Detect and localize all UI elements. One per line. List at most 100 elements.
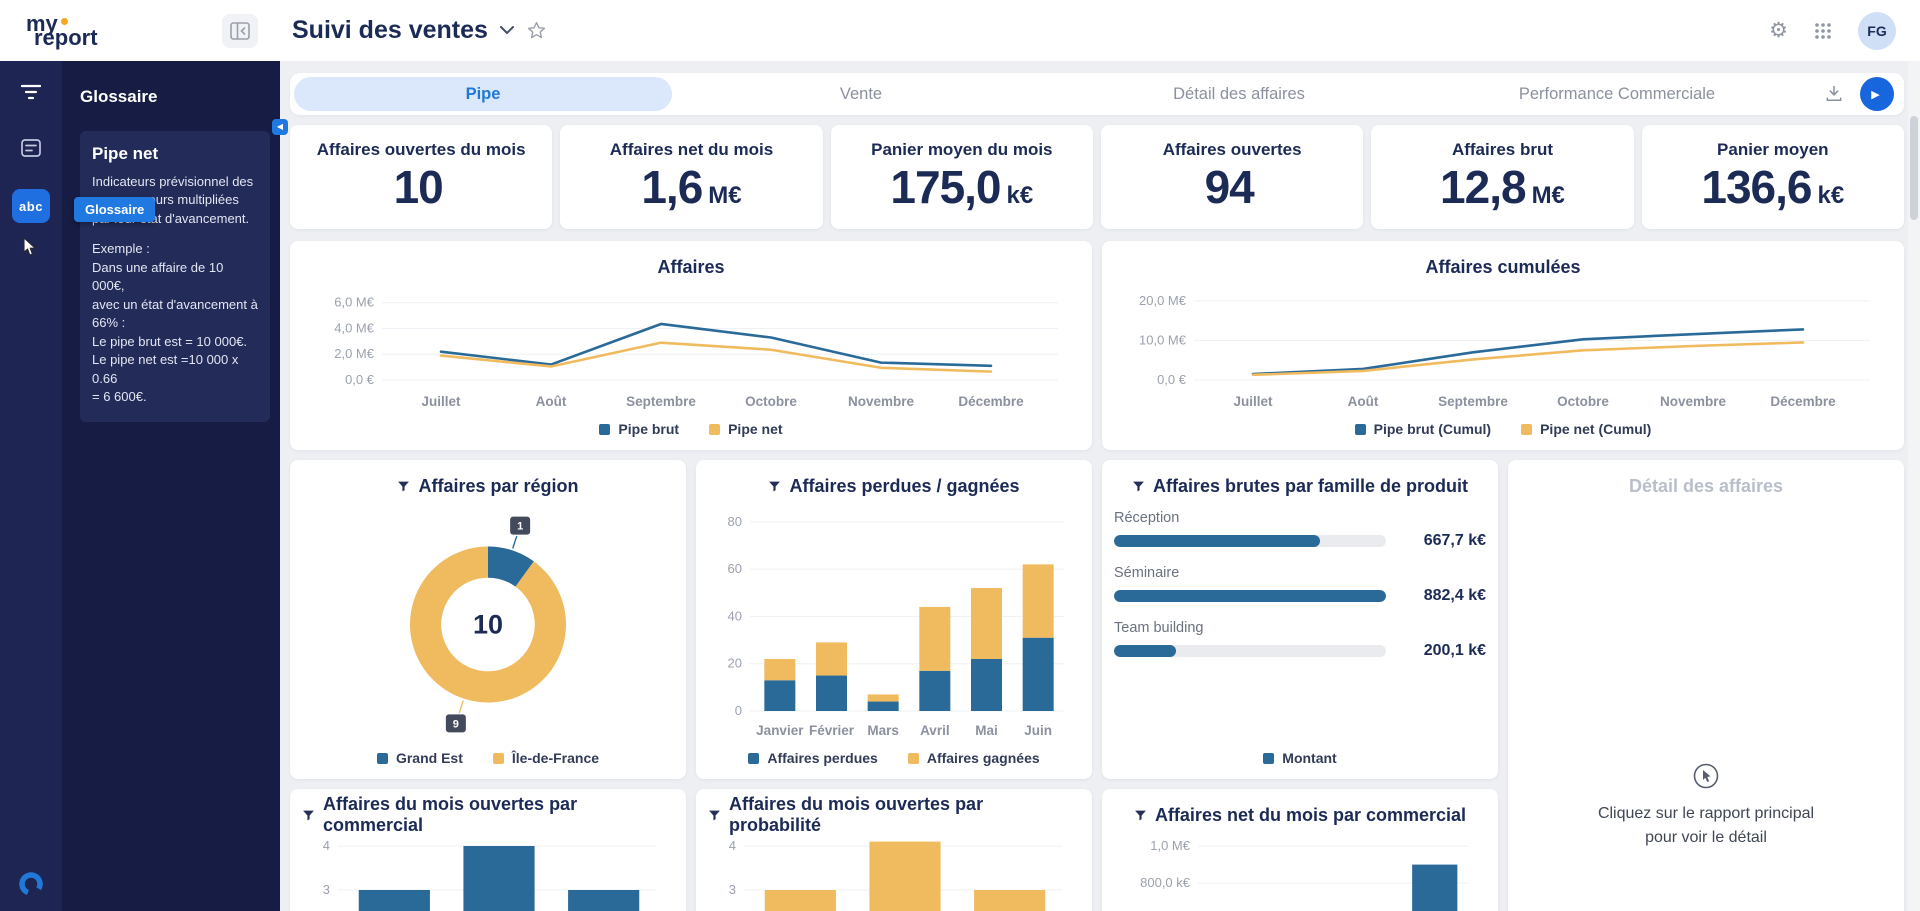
myreport-logo[interactable]: my report (26, 12, 122, 48)
kpi-value: 10 (393, 161, 444, 213)
glossary-example-line: Le pipe net est =10 000 x 0.66 (92, 352, 239, 386)
stacked-bar-chart-perdues-gagnees[interactable]: 80 60 40 20 0 Janvier Février Mars Avril Mai Juin (708, 500, 1080, 745)
svg-text:Septembre: Septembre (626, 394, 696, 409)
kpi-card-affaires-net-du-mois: Affaires net du mois 1,6 M€ (560, 125, 823, 229)
kpi-label: Panier moyen du mois (871, 140, 1053, 159)
glossary-example-line: Dans une affaire de 10 000€, (92, 259, 224, 294)
panel-affaires-cumulees: Affaires cumulées 20,0 M€ 10,0 M€ 0,0 € Jui… (1102, 241, 1904, 450)
glossary-tooltip: Glossaire (74, 197, 156, 222)
apps-grid-icon[interactable] (1814, 22, 1832, 40)
hbar-track (1114, 590, 1386, 602)
tab-detail-des-affaires[interactable]: Détail des affaires (1050, 77, 1428, 111)
legend-swatch (1521, 423, 1533, 435)
report-panel-icon[interactable] (12, 131, 50, 165)
svg-text:10,0 M€: 10,0 M€ (1139, 332, 1187, 347)
page-title: Suivi des ventes (292, 16, 488, 44)
tab-performance-commerciale[interactable]: Performance Commerciale (1428, 77, 1806, 111)
glossary-abc-icon[interactable]: abc (12, 189, 50, 223)
legend-item[interactable]: Affaires gagnées (907, 750, 1040, 766)
kpi-value: 12,8 (1440, 161, 1527, 213)
svg-text:3: 3 (729, 882, 736, 897)
legend-item[interactable]: Grand Est (376, 750, 463, 766)
legend-item[interactable]: Pipe net (709, 421, 783, 437)
svg-text:Juin: Juin (1024, 723, 1052, 738)
legend-swatch (492, 752, 504, 764)
panel-collapse-button[interactable]: ◀ (272, 119, 288, 135)
hbar-row: Réception 667,7 k€ (1114, 510, 1486, 550)
legend-item[interactable]: Pipe net (Cumul) (1521, 421, 1651, 437)
scrollbar-thumb[interactable] (1910, 116, 1918, 220)
hbar-track (1114, 645, 1386, 657)
tab-vente[interactable]: Vente (672, 77, 1050, 111)
play-button[interactable]: ▶ (1860, 77, 1894, 111)
panel-title: Affaires (657, 256, 725, 277)
panel-affaires-perdues-gagnees: Affaires perdues / gagnées 80 60 40 20 0 Janv… (696, 460, 1092, 779)
kpi-card-affaires-brut: Affaires brut 12,8 M€ (1371, 125, 1634, 229)
svg-text:Novembre: Novembre (1660, 394, 1727, 409)
legend-item[interactable]: Pipe brut (599, 421, 679, 437)
kpi-value: 1,6 (641, 161, 703, 213)
glossary-example-line: Le pipe brut est = 10 000€. (92, 333, 248, 349)
legend-item[interactable]: Montant (1263, 750, 1337, 766)
hbar-chart-familles[interactable]: Réception 667,7 k€ Séminaire 882,4 k€ Te… (1114, 510, 1486, 745)
collapse-sidebar-button[interactable] (222, 13, 258, 48)
hbar-label: Team building (1114, 620, 1204, 636)
svg-text:4: 4 (323, 838, 330, 853)
kpi-value: 136,6 (1701, 161, 1812, 213)
filter-funnel-icon (1134, 809, 1147, 822)
svg-text:1,0 M€: 1,0 M€ (1150, 838, 1191, 853)
glossary-panel: ◀ Glossaire Pipe net Indicateurs prévisi… (62, 61, 288, 911)
filter-icon[interactable] (12, 75, 50, 109)
user-avatar[interactable]: FG (1858, 11, 1896, 50)
empty-message: Cliquez sur le rapport principal pour vo… (1597, 805, 1815, 846)
line-chart-affaires-cumulees[interactable]: 20,0 M€ 10,0 M€ 0,0 € Juillet Août Septembre O… (1114, 281, 1892, 416)
glossary-example-line: Exemple : (92, 241, 150, 257)
svg-text:Juillet: Juillet (421, 394, 461, 409)
svg-text:6,0 M€: 6,0 M€ (334, 295, 375, 310)
mouse-cursor-icon (22, 237, 38, 257)
legend-swatch (599, 423, 611, 435)
kpi-label: Affaires brut (1451, 140, 1554, 159)
svg-text:40: 40 (728, 608, 742, 623)
donut-chart-region[interactable]: 1 9 10 (302, 500, 674, 745)
svg-text:2,0 M€: 2,0 M€ (334, 346, 375, 361)
favorite-star-icon[interactable] (526, 20, 547, 41)
filter-funnel-icon (708, 809, 721, 822)
bar-chart-net-mois-commercial[interactable]: 1,0 M€ 800,0 k€ (1114, 829, 1486, 911)
empty-state: Cliquez sur le rapport principal pour vo… (1520, 500, 1892, 911)
bar-chart-mois-commercial[interactable]: 43 (302, 829, 674, 911)
dashboard-grid: Affaires 6,0 M€ 4,0 M€ 2,0 M€ 0,0 € Juillet A… (290, 241, 1904, 911)
legend-item[interactable]: Île-de-France (492, 750, 599, 766)
legend-swatch (748, 752, 760, 764)
hbar-track (1114, 535, 1386, 547)
legend-swatch (1354, 423, 1366, 435)
legend-swatch (709, 423, 721, 435)
hbar-fill (1114, 535, 1320, 547)
hbar-label: Séminaire (1114, 565, 1180, 581)
kpi-label: Affaires ouvertes du mois (316, 140, 526, 159)
svg-text:Août: Août (536, 394, 567, 409)
kpi-label: Affaires net du mois (609, 140, 774, 159)
filter-funnel-icon (768, 480, 781, 493)
legend-swatch (376, 752, 388, 764)
tab-pipe[interactable]: Pipe (294, 77, 672, 111)
svg-text:Novembre: Novembre (848, 394, 915, 409)
kpi-card-affaires-ouvertes-du-mois: Affaires ouvertes du mois 10 (290, 125, 553, 229)
kpi-card-panier-moyen-du-mois: Panier moyen du mois 175,0 k€ (830, 125, 1093, 229)
chevron-down-icon[interactable] (499, 26, 514, 35)
svg-text:4,0 M€: 4,0 M€ (334, 320, 375, 335)
settings-gear-icon[interactable]: ⚙ (1769, 18, 1788, 43)
legend-item[interactable]: Pipe brut (Cumul) (1354, 421, 1491, 437)
kpi-row: Affaires ouvertes du mois 10 Affaires ne… (290, 125, 1904, 229)
line-chart-affaires[interactable]: 6,0 M€ 4,0 M€ 2,0 M€ 0,0 € Juillet Août Septem… (302, 281, 1080, 416)
chart-legend: Pipe brut Pipe net (302, 416, 1080, 442)
panel-affaires-par-region: Affaires par région 1 9 10 Grand Est Île-d… (290, 460, 686, 779)
kpi-card-panier-moyen: Panier moyen 136,6 k€ (1641, 125, 1904, 229)
svg-text:Octobre: Octobre (745, 394, 797, 409)
panel-title: Affaires perdues / gagnées (708, 472, 1080, 500)
bar-chart-mois-probabilite[interactable]: 43 (708, 829, 1080, 911)
svg-text:3: 3 (323, 882, 330, 897)
svg-text:Décembre: Décembre (958, 394, 1024, 409)
legend-item[interactable]: Affaires perdues (748, 750, 878, 766)
download-icon[interactable] (1824, 84, 1844, 104)
